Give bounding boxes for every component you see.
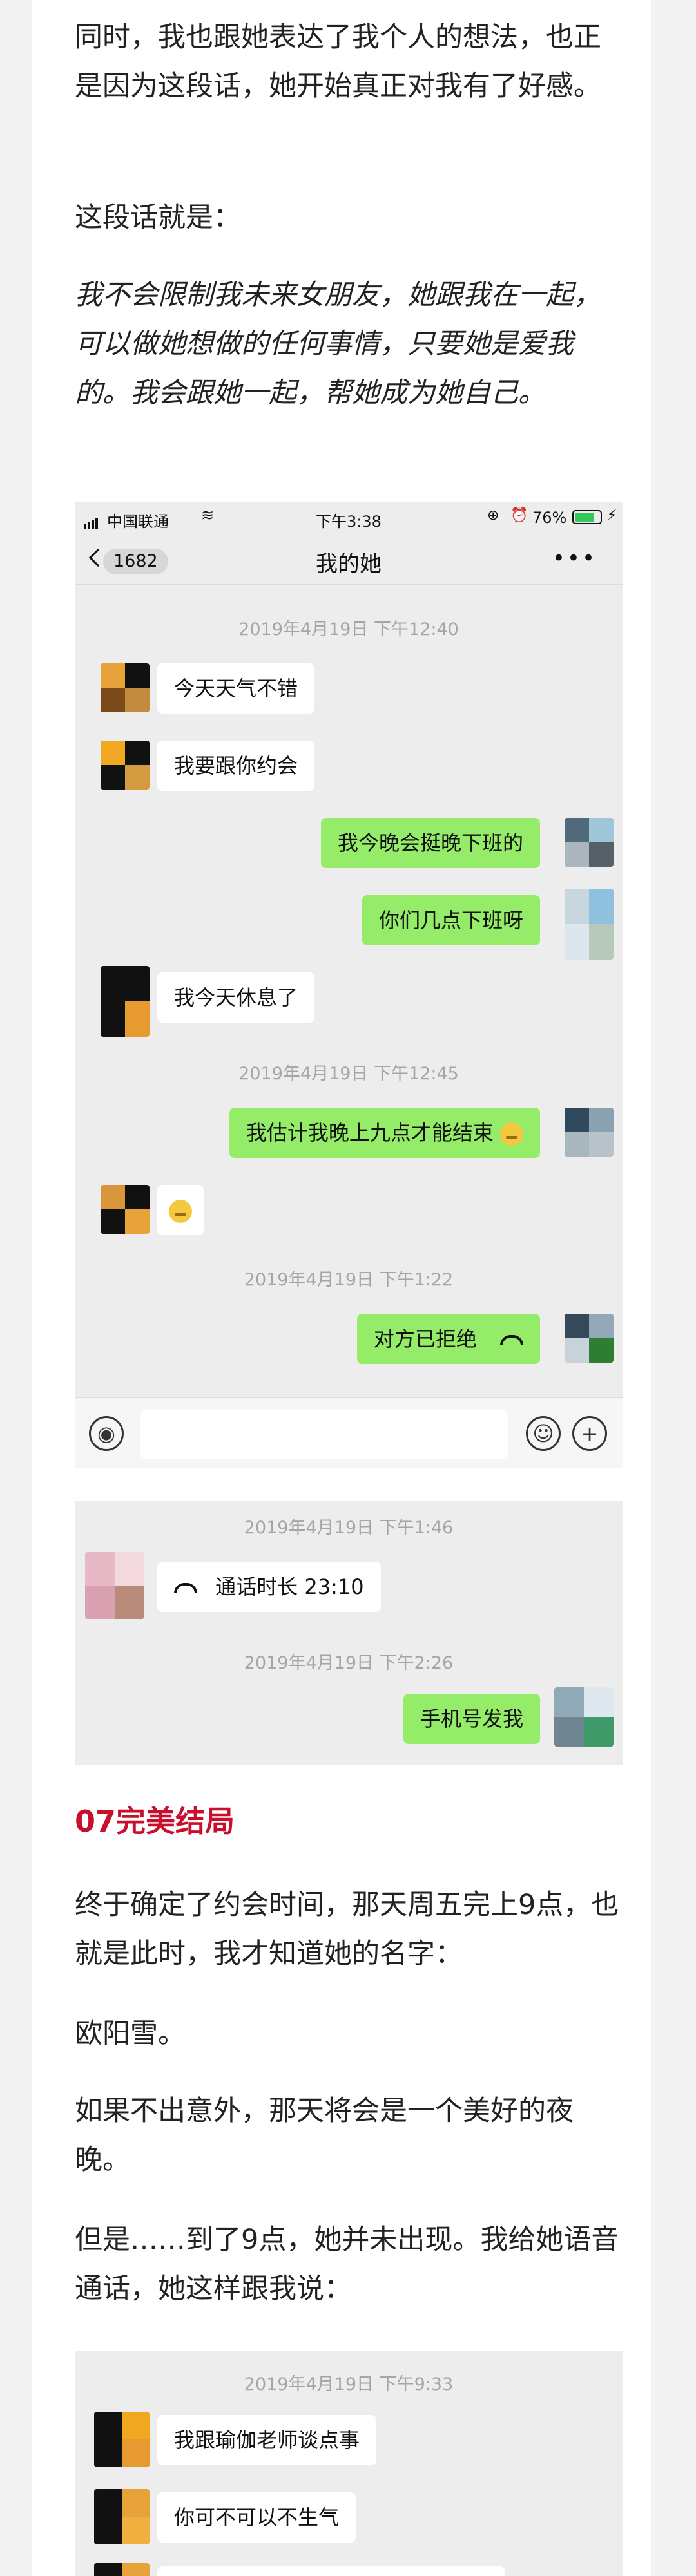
- battery-percent: 76%: [532, 509, 567, 527]
- message-bubble-left: 你可不可以不生气: [157, 2492, 356, 2543]
- message-bubble-left: 我今天休息了: [157, 972, 315, 1023]
- more-icon[interactable]: •••: [552, 547, 597, 569]
- battery-icon: [572, 510, 602, 524]
- emoji-icon[interactable]: ☺: [526, 1416, 561, 1451]
- avatar-me: [554, 1687, 614, 1747]
- avatar-her: [101, 966, 150, 1037]
- message-bubble-right: 手机号发我: [403, 1694, 540, 1744]
- avatar-her: [94, 2412, 150, 2467]
- paragraph-1: 同时，我也跟她表达了我个人的想法，也正是因为这段话，她开始真正对我有了好感。: [75, 21, 601, 102]
- avatar-me: [565, 889, 614, 960]
- message-bubble-left: 今天天气不错: [157, 663, 315, 714]
- timestamp: 2019年4月19日 下午2:26: [244, 1653, 454, 1673]
- message-text: 我估计我晚上九点才能结束: [246, 1121, 494, 1145]
- call-duration-text: 通话时长 23:10: [215, 1575, 364, 1599]
- timestamp: 2019年4月19日 下午9:33: [244, 2374, 454, 2394]
- alarm-icon: ⏰: [510, 507, 528, 524]
- location-icon: ⊕: [487, 507, 499, 524]
- message-bubble-right: 你们几点下班呀: [362, 895, 540, 945]
- avatar-her: [101, 663, 150, 712]
- avatar-me: [565, 1108, 614, 1157]
- article-page: 同时，我也跟她表达了我个人的想法，也正是因为这段话，她开始真正对我有了好感。 这…: [32, 0, 651, 2576]
- awkward-emoji-icon: [169, 1200, 192, 1223]
- nav-bar: 1682 我的她 •••: [75, 535, 623, 585]
- chat-input-bar: ◉ ☺ +: [75, 1397, 623, 1468]
- chat-screenshot-2: 2019年4月19日 下午1:46 通话时长 23:10 2019年4月19日 …: [75, 1501, 623, 1765]
- message-bubble-left: 我要跟你约会: [157, 741, 315, 791]
- paragraph-2: 这段话就是：: [75, 202, 241, 234]
- call-duration-bubble: 通话时长 23:10: [157, 1562, 381, 1612]
- section-heading: 07完美结局: [75, 1804, 235, 1839]
- avatar-me: [565, 818, 614, 867]
- paragraph-6: 但是……到了9点，她并未出现。我给她语音通话，她这样跟我说：: [75, 2224, 619, 2305]
- message-bubble-left: [157, 1185, 204, 1235]
- chat-screenshot-1: 中国联通 ≋ 下午3:38 ⊕ ⏰ 76% ⚡ 1682 我的她 ••• 201…: [75, 502, 623, 1468]
- charging-icon: ⚡: [607, 507, 617, 524]
- timestamp: 2019年4月19日 下午12:40: [238, 620, 459, 639]
- timestamp: 2019年4月19日 下午12:45: [238, 1064, 459, 1084]
- message-bubble-left: 我跟瑜伽老师谈点事: [157, 2415, 377, 2465]
- timestamp: 2019年4月19日 下午1:46: [244, 1518, 454, 1538]
- message-bubble-right: 对方已拒绝: [356, 1314, 540, 1364]
- chat-screenshot-3: 2019年4月19日 下午9:33 我跟瑜伽老师谈点事 你可不可以不生气: [75, 2351, 623, 2576]
- add-icon[interactable]: +: [572, 1416, 607, 1451]
- message-input[interactable]: [140, 1410, 508, 1459]
- message-bubble-right: 我估计我晚上九点才能结束: [229, 1108, 540, 1158]
- avatar-me: [565, 1314, 614, 1363]
- phone-icon: [174, 1583, 197, 1593]
- message-bubble-left: [157, 2566, 505, 2576]
- call-rejected-text: 对方已拒绝: [373, 1327, 477, 1351]
- chat-title: 我的她: [316, 551, 382, 577]
- avatar-her: [101, 1185, 150, 1234]
- phone-hangup-icon: [500, 1335, 523, 1345]
- paragraph-4: 欧阳雪。: [75, 2018, 186, 2050]
- quote-paragraph: 我不会限制我未来女朋友，她跟我在一起，可以做她想做的任何事情，只要她是爱我的。我…: [75, 279, 601, 409]
- embarrassed-emoji-icon: [500, 1122, 523, 1146]
- avatar-her: [94, 2563, 150, 2576]
- paragraph-5: 如果不出意外，那天将会是一个美好的夜晚。: [75, 2095, 574, 2176]
- paragraph-3: 终于确定了约会时间，那天周五完上9点，也就是此时，我才知道她的名字：: [75, 1889, 619, 1970]
- avatar-her-photo: [85, 1552, 144, 1619]
- avatar-her: [101, 741, 150, 790]
- status-bar: 中国联通 ≋ 下午3:38 ⊕ ⏰ 76% ⚡: [75, 502, 623, 535]
- avatar-her: [94, 2489, 150, 2544]
- message-bubble-right: 我今晚会挺晚下班的: [320, 818, 540, 868]
- voice-icon[interactable]: ◉: [89, 1416, 124, 1451]
- timestamp: 2019年4月19日 下午1:22: [244, 1270, 454, 1290]
